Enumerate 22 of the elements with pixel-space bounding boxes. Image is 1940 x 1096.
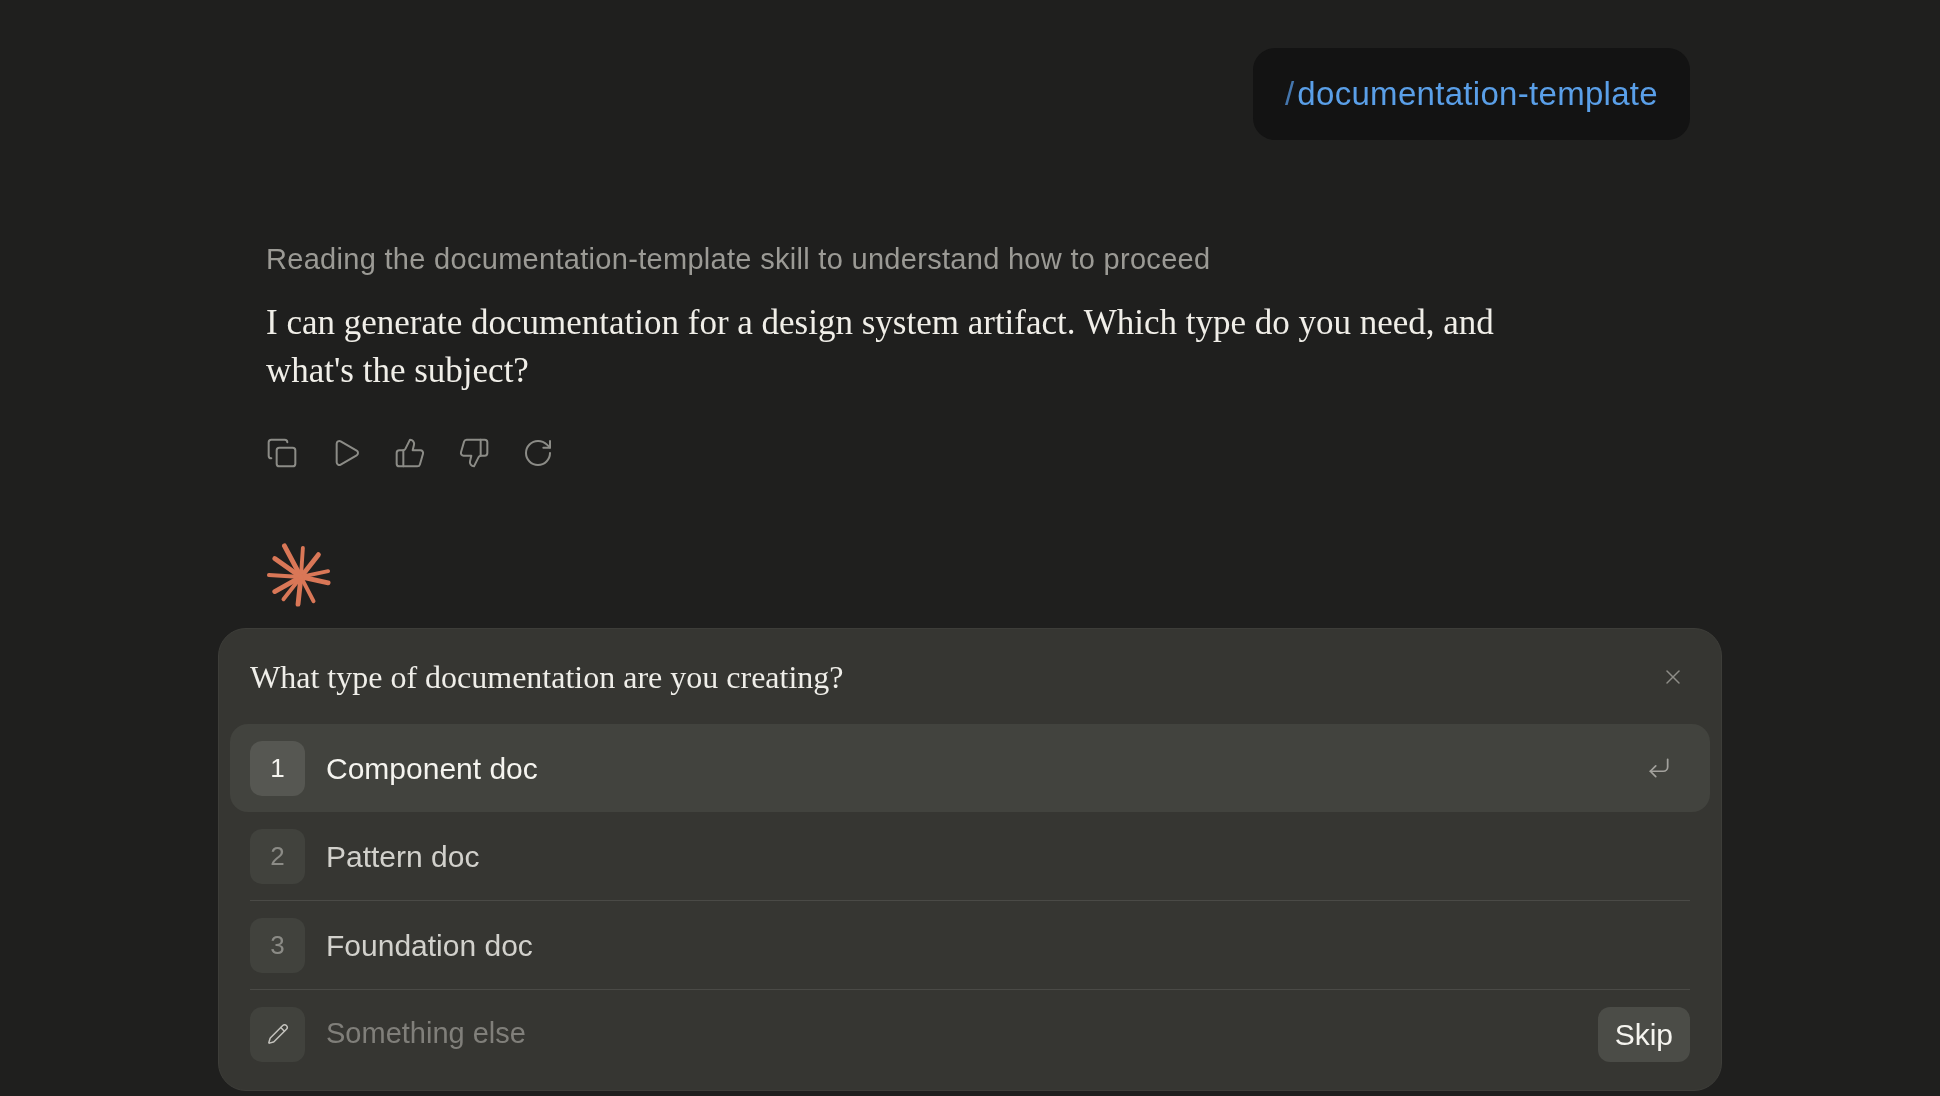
sparkle-icon (266, 543, 332, 609)
shortcut-key: 1 (250, 740, 305, 796)
shortcut-key: 3 (250, 917, 305, 973)
redo-icon[interactable] (522, 437, 554, 469)
option-label: Pattern doc (326, 838, 481, 875)
option-button[interactable]: 1 Component doc (230, 724, 1710, 812)
thumbs-down-icon[interactable] (458, 437, 490, 469)
thumbs-up-icon[interactable] (394, 437, 426, 469)
command-slash: / (1284, 74, 1295, 115)
command-name: documentation-template (1297, 74, 1658, 115)
option-label: Foundation doc (326, 927, 534, 964)
option-button[interactable]: 3 Foundation doc (230, 901, 1710, 989)
assistant-message: I can generate documentation for a design system artifact. Which type do you need, and what's the subject? (266, 302, 1495, 392)
shortcut-key: 2 (250, 828, 305, 884)
option-button[interactable]: 2 Pattern doc (230, 812, 1710, 900)
pencil-icon (250, 1006, 305, 1062)
text-input[interactable]: Something else (326, 1012, 1577, 1056)
skip-button[interactable]: Skip (1597, 1006, 1690, 1062)
status-text: Reading the documentation-template skill to understand how to proceed (266, 242, 1212, 277)
question-title: What type of documentation are you creating? (250, 657, 844, 697)
option-label: Component doc (326, 750, 539, 787)
copy-icon[interactable] (266, 437, 298, 469)
